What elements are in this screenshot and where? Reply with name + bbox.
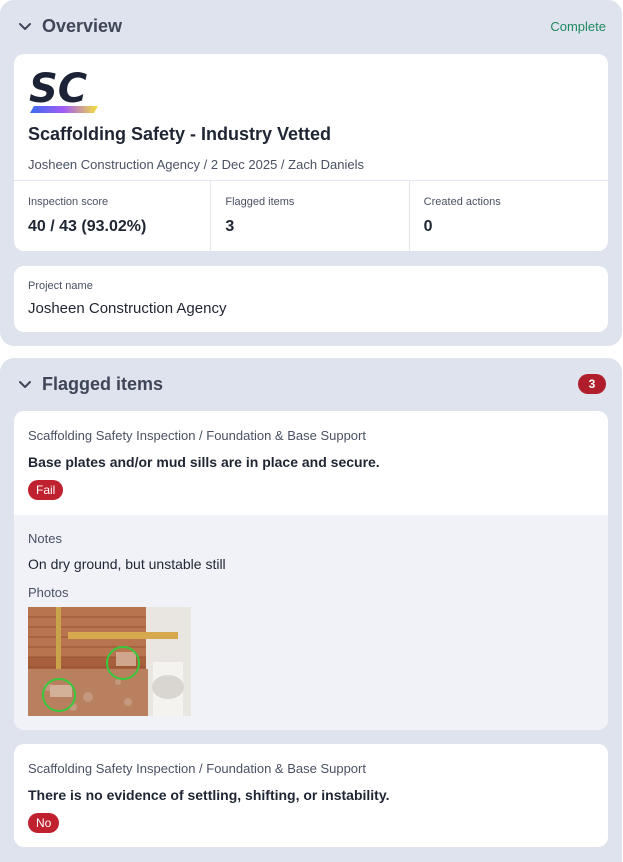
stat-label: Flagged items (225, 196, 295, 208)
stat-label: Inspection score (28, 196, 109, 208)
response-badge: Fail (28, 480, 64, 500)
flagged-items-title: Flagged items (42, 373, 164, 394)
flagged-item[interactable]: Scaffolding Safety Inspection / Foundati… (14, 744, 608, 847)
report-title: Scaffolding Safety - Industry Vetted (28, 124, 332, 144)
stat-flagged-items: Flagged items 3 (210, 180, 409, 252)
item-breadcrumb: Scaffolding Safety Inspection / Foundati… (28, 428, 366, 443)
company-logo: SC (28, 66, 102, 116)
stat-inspection-score: Inspection score 40 / 43 (93.02%) (14, 180, 211, 252)
stat-created-actions: Created actions 0 (408, 180, 608, 252)
report-meta: Josheen Construction Agency / 2 Dec 2025… (28, 157, 365, 172)
photos-label: Photos (28, 585, 69, 600)
project-name-label: Project name (28, 280, 93, 292)
chevron-down-icon[interactable] (16, 17, 34, 35)
project-name-card (14, 266, 608, 332)
status-badge: Complete (550, 18, 606, 34)
item-question: Base plates and/or mud sills are in plac… (28, 454, 380, 470)
response-badge: No (28, 813, 60, 833)
inspection-photo[interactable] (28, 607, 191, 716)
chevron-down-icon[interactable] (16, 375, 34, 393)
notes-text: On dry ground, but unstable still (28, 556, 226, 572)
notes-label: Notes (28, 531, 62, 546)
stat-value: 3 (225, 218, 235, 235)
flagged-items-header[interactable]: Flagged items 3 (16, 370, 606, 398)
item-question: There is no evidence of settling, shifti… (28, 787, 390, 803)
stats-row: Inspection score 40 / 43 (93.02%) Flagge… (14, 180, 608, 252)
stat-value: 0 (423, 218, 433, 235)
item-notes-panel: Notes On dry ground, but unstable still … (14, 515, 608, 730)
overview-title: Overview (42, 15, 123, 36)
flagged-item[interactable]: Scaffolding Safety Inspection / Foundati… (14, 411, 608, 730)
stat-label: Created actions (423, 196, 501, 208)
overview-header[interactable]: Overview Complete (16, 12, 606, 40)
project-name-value: Josheen Construction Agency (28, 300, 227, 317)
stat-value: 40 / 43 (93.02%) (28, 218, 147, 235)
logo-text: SC (29, 66, 87, 112)
flagged-count-badge: 3 (578, 374, 606, 394)
item-breadcrumb: Scaffolding Safety Inspection / Foundati… (28, 761, 366, 776)
